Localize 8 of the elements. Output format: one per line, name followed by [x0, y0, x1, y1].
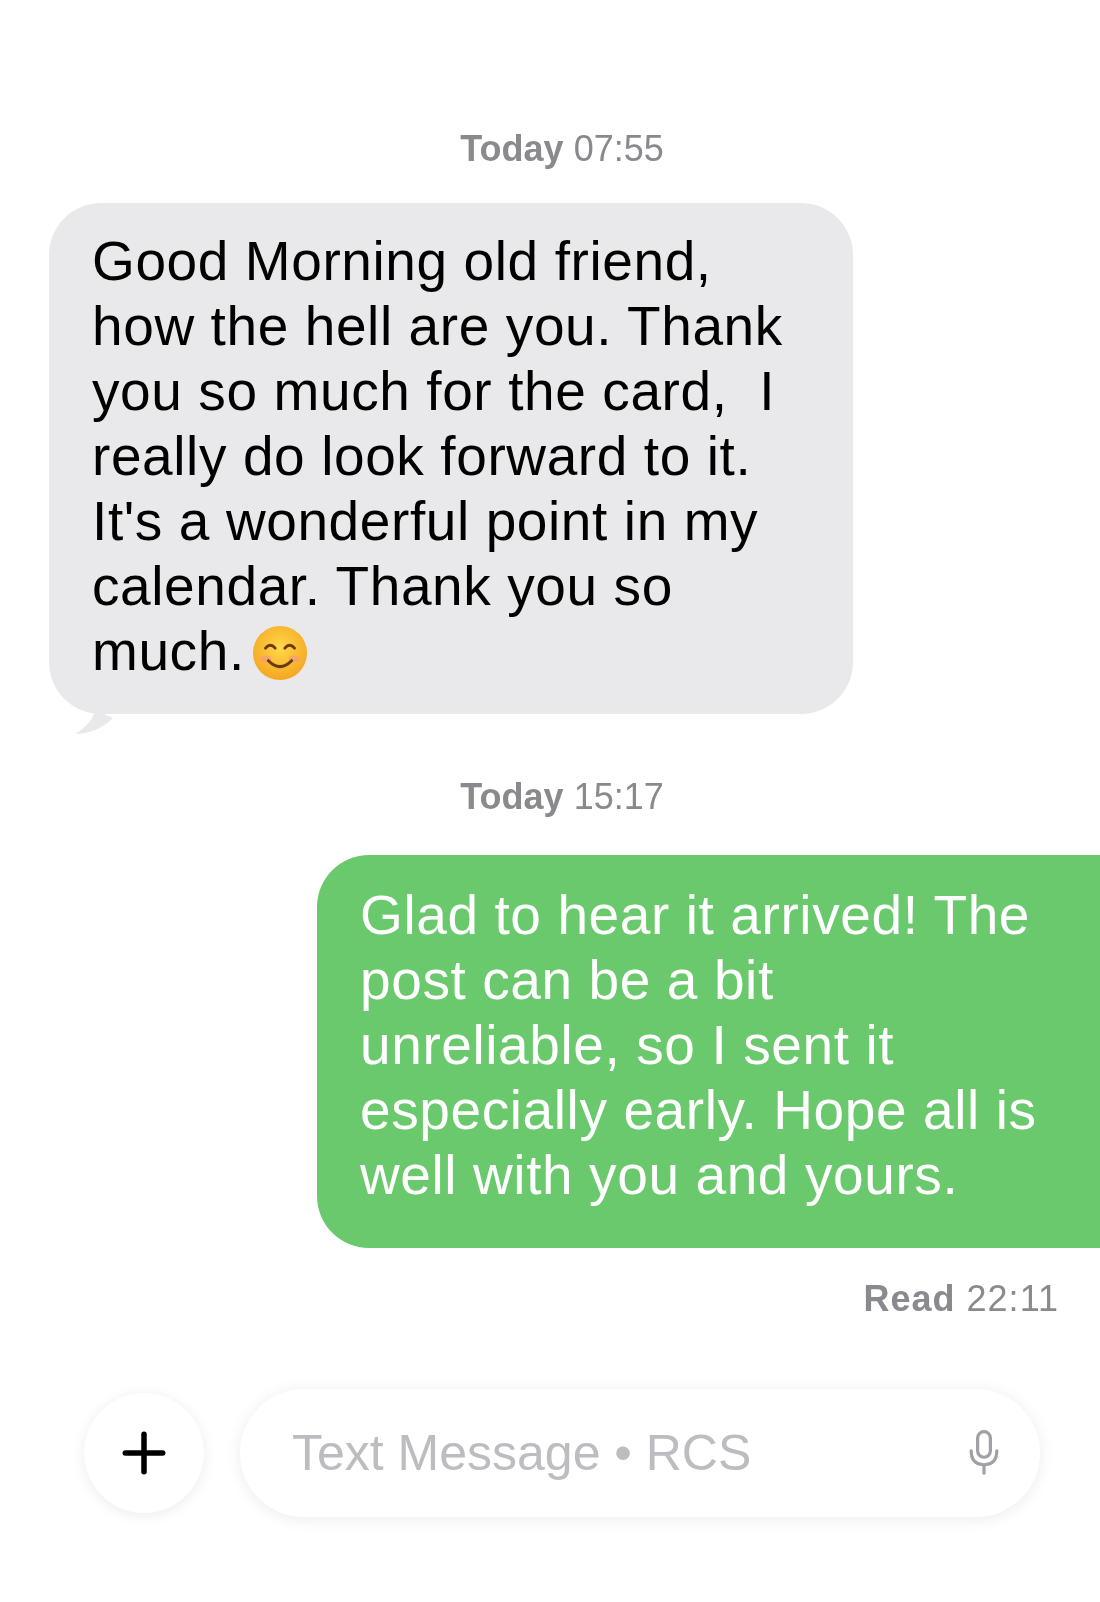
read-receipt: Read 22:11	[863, 1278, 1059, 1320]
received-message-bubble: Good Morning old friend, how the hell are you. Thank you so much for the card, I really do look forward to it. It's a wonderful point in my calendar. Thank you so much.	[49, 203, 853, 714]
message-timestamp: Today 07:55	[460, 128, 664, 170]
message-input-field[interactable]: Text Message • RCS	[290, 1423, 968, 1483]
microphone-icon[interactable]	[968, 1429, 1000, 1477]
plus-icon	[122, 1431, 166, 1475]
sent-message-bubble: Glad to hear it arrived! The post can be a bit unreliable, so I sent it especially early. Hope all is well with you and yours.	[317, 855, 1100, 1248]
message-timestamp: Today 15:17	[460, 776, 664, 818]
